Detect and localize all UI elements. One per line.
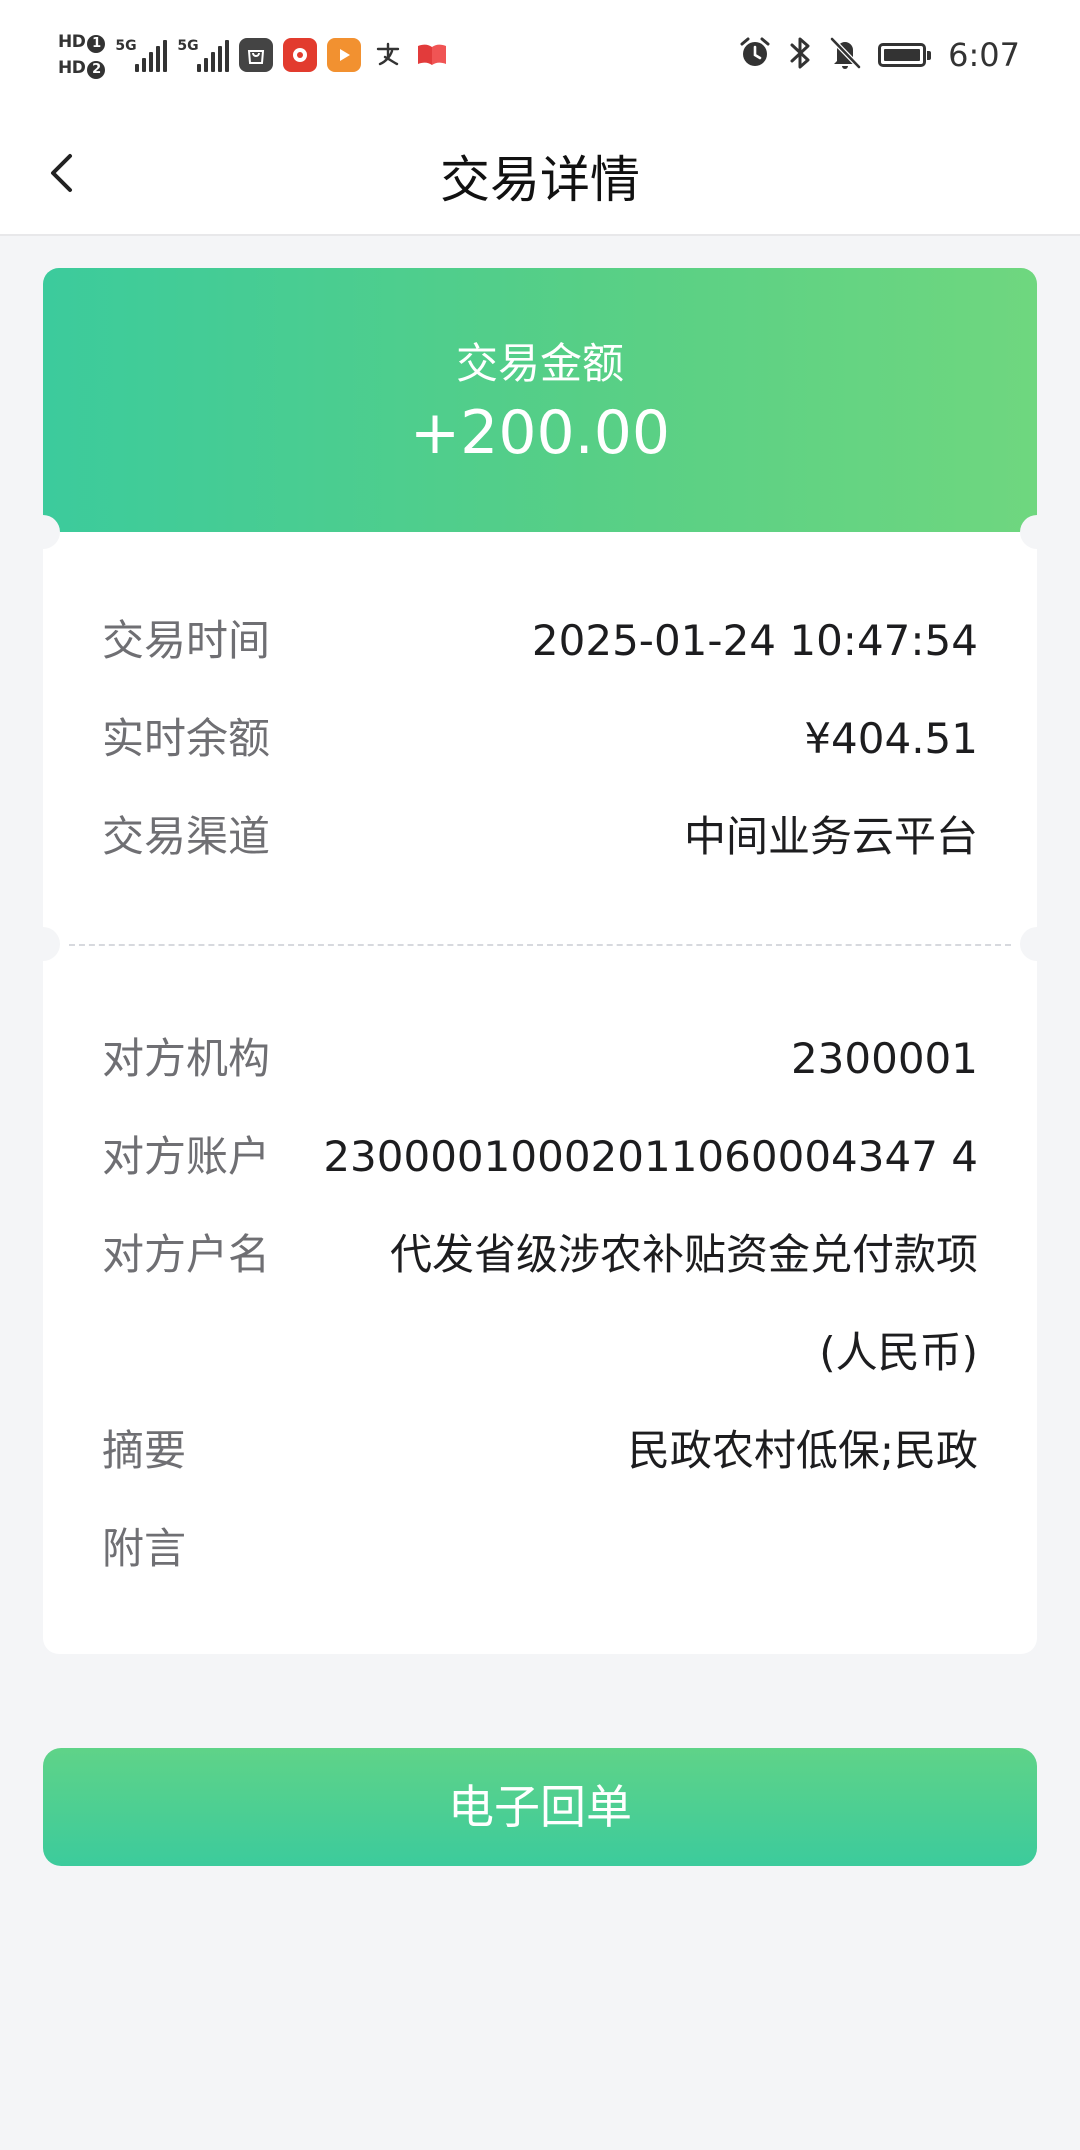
detail-value: 中间业务云平台	[683, 812, 978, 861]
transaction-card: 交易金额 +200.00 交易时间 2025-01-24 10:47:54 实时…	[26, 268, 1054, 1654]
detail-value: 代发省级涉农补贴资金兑付款项	[389, 1230, 978, 1279]
ticket-notch-left-mid	[26, 927, 60, 961]
detail-label: 对方机构	[102, 1034, 271, 1083]
detail-label: 摘要	[102, 1426, 187, 1475]
detail-label: 交易渠道	[102, 812, 271, 861]
status-bar: HD 1 HD 2 5G 5G 6:07	[0, 0, 1080, 110]
amount-value: +200.00	[409, 398, 671, 468]
page-title: 交易详情	[440, 151, 640, 209]
detail-value: 23000010002011060004347 4	[323, 1132, 978, 1181]
nav-bar: 交易详情	[0, 110, 1080, 236]
signal-5g-2-icon: 5G	[177, 38, 230, 72]
clock-time: 6:07	[948, 36, 1020, 74]
detail-label: 对方户名	[102, 1230, 271, 1279]
battery-icon	[878, 43, 932, 67]
signal-5g-1-icon: 5G	[115, 38, 168, 72]
dashed-divider	[69, 944, 1011, 946]
detail-value: ¥404.51	[804, 714, 978, 763]
detail-value: (人民币)	[819, 1328, 978, 1377]
shopping-bag-app-icon	[239, 38, 274, 72]
detail-section-basic: 交易时间 2025-01-24 10:47:54 实时余额 ¥404.51 交易…	[43, 532, 1037, 950]
sim2-indicator: HD 2	[58, 57, 106, 79]
detail-section-counterparty: 对方机构 2300001 对方账户 2300001000201106000434…	[43, 950, 1037, 1654]
pay-app-icon	[371, 38, 405, 72]
sim-indicators: HD 1 HD 2	[58, 31, 106, 79]
amount-label: 交易金额	[455, 339, 624, 388]
detail-value: 民政农村低保;民政	[627, 1426, 978, 1475]
detail-label: 对方账户	[102, 1132, 271, 1181]
status-right: 6:07	[738, 22, 1020, 88]
play-app-icon	[327, 38, 362, 72]
alarm-icon	[738, 36, 772, 74]
e-receipt-button[interactable]: 电子回单	[43, 1748, 1037, 1866]
detail-label: 附言	[102, 1524, 187, 1573]
book-app-icon	[415, 38, 449, 72]
bluetooth-icon	[788, 35, 812, 75]
status-left: HD 1 HD 2 5G 5G	[58, 22, 449, 88]
red-app-icon	[283, 38, 318, 72]
ticket-notch-right-top	[1020, 515, 1054, 549]
ticket-notch-left-top	[26, 515, 60, 549]
detail-label: 交易时间	[102, 616, 271, 665]
detail-label: 实时余额	[102, 714, 271, 763]
ticket-notch-right-mid	[1020, 927, 1054, 961]
bell-off-icon	[828, 35, 862, 75]
amount-header: 交易金额 +200.00	[43, 268, 1037, 532]
sim1-indicator: HD 1	[58, 31, 106, 53]
detail-value: 2300001	[790, 1034, 978, 1083]
detail-value: 2025-01-24 10:47:54	[531, 616, 978, 665]
